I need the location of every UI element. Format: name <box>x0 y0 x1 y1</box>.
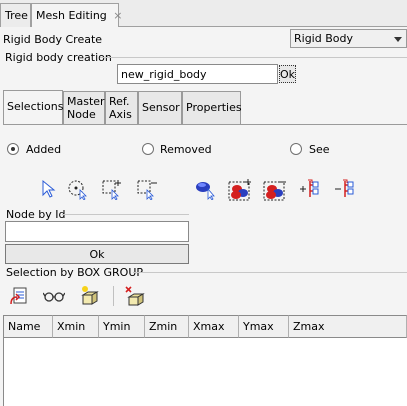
node-by-id-ok-label: Ok <box>89 248 105 261</box>
add-part-icon[interactable] <box>228 178 251 201</box>
column-header-zmax[interactable]: Zmax <box>289 315 407 338</box>
tab-mesh-editing[interactable]: Mesh Editing × <box>31 3 123 28</box>
radio-removed[interactable] <box>142 143 154 155</box>
tab-tree-label: Tree <box>5 9 28 22</box>
new-box-icon[interactable] <box>78 285 100 307</box>
column-header-name-label: Name <box>8 320 41 333</box>
radio-added[interactable] <box>7 143 19 155</box>
page-title: Rigid Body Create <box>3 33 103 46</box>
column-header-name[interactable]: Name <box>3 315 53 338</box>
column-header-xmin[interactable]: Xmin <box>53 315 99 338</box>
node-by-id-divider <box>62 214 189 215</box>
box-remove-icon[interactable] <box>136 178 158 201</box>
node-by-id-label: Node by Id <box>6 208 66 221</box>
column-header-zmax-label: Zmax <box>293 320 325 333</box>
tab-selections-label: Selections <box>7 100 64 113</box>
tab-sensor-label: Sensor <box>142 101 180 114</box>
import-box-icon[interactable] <box>9 285 31 307</box>
node-id-input[interactable] <box>5 221 189 242</box>
column-header-zmin-label: Zmin <box>149 320 178 333</box>
column-header-ymax[interactable]: Ymax <box>239 315 289 338</box>
column-header-ymax-label: Ymax <box>243 320 274 333</box>
remove-part-icon[interactable] <box>263 178 286 201</box>
column-header-ymin[interactable]: Ymin <box>99 315 145 338</box>
view-box-icon[interactable] <box>42 285 66 307</box>
creation-ok-label: Ok <box>280 68 296 81</box>
remove-tree-icon[interactable] <box>333 178 355 200</box>
select-point-icon[interactable] <box>66 178 88 201</box>
tab-tree[interactable]: Tree <box>0 3 31 28</box>
tab-close-icon[interactable]: × <box>113 9 122 22</box>
column-header-xmax-label: Xmax <box>193 320 225 333</box>
chevron-down-icon <box>394 37 402 42</box>
creation-group-label: Rigid body creation <box>5 51 112 64</box>
rigid-body-name-input[interactable]: new_rigid_body <box>117 64 278 84</box>
box-group-table-body[interactable] <box>3 338 407 406</box>
type-select-value: Rigid Body <box>294 32 353 45</box>
tab-properties-label: Properties <box>186 101 242 114</box>
tab-ref-axis-label: Ref. Axis <box>109 95 132 121</box>
box-group-divider <box>133 272 407 273</box>
delete-box-icon[interactable] <box>124 285 146 307</box>
tab-mesh-editing-label: Mesh Editing <box>36 9 107 22</box>
add-tree-icon[interactable] <box>298 178 320 200</box>
tab-master-node[interactable]: Master Node <box>63 91 105 124</box>
toolbar-separator <box>113 286 114 306</box>
creation-ok-button[interactable]: Ok <box>279 65 296 83</box>
select-arrow-icon[interactable] <box>38 178 60 200</box>
tab-ref-axis[interactable]: Ref. Axis <box>105 91 138 124</box>
group-divider <box>100 57 407 58</box>
tab-properties[interactable]: Properties <box>182 91 242 124</box>
tab-master-node-label: Master Node <box>67 95 105 121</box>
box-add-icon[interactable] <box>101 178 123 201</box>
tab-sensor[interactable]: Sensor <box>138 91 182 124</box>
subtab-baseline <box>3 124 407 125</box>
radio-see[interactable] <box>290 143 302 155</box>
column-header-ymin-label: Ymin <box>103 320 131 333</box>
radio-added-label: Added <box>26 143 62 156</box>
radio-removed-label: Removed <box>160 143 212 156</box>
pick-part-icon[interactable] <box>194 178 216 201</box>
column-header-xmax[interactable]: Xmax <box>189 315 239 338</box>
node-by-id-ok-button[interactable]: Ok <box>5 244 189 264</box>
column-header-zmin[interactable]: Zmin <box>145 315 189 338</box>
box-group-label: Selection by BOX GROUP <box>6 266 144 279</box>
radio-see-label: See <box>309 143 330 156</box>
rigid-body-name-value: new_rigid_body <box>121 68 207 81</box>
column-header-xmin-label: Xmin <box>57 320 86 333</box>
type-select[interactable]: Rigid Body <box>290 29 407 48</box>
tab-selections[interactable]: Selections <box>3 90 63 125</box>
